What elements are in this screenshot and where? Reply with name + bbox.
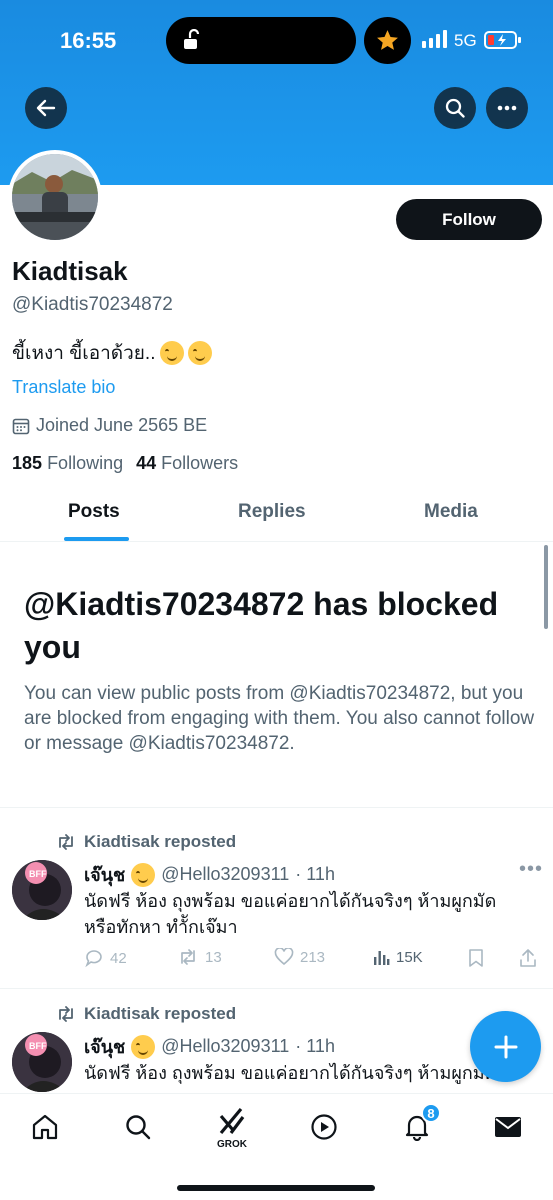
views-icon bbox=[374, 951, 390, 965]
repost-icon bbox=[59, 834, 73, 850]
notifications-badge: 8 bbox=[421, 1103, 441, 1123]
post-author-name[interactable]: เจ๊นุช bbox=[84, 860, 125, 889]
battery-icon bbox=[484, 31, 521, 49]
tab-posts[interactable]: Posts bbox=[68, 501, 120, 523]
post-time: · 11h bbox=[295, 864, 335, 884]
yum-emoji-icon bbox=[159, 341, 184, 365]
network-type: 5G bbox=[454, 31, 477, 50]
post-avatar[interactable]: BFF bbox=[12, 860, 72, 920]
bookmark-button[interactable] bbox=[468, 948, 484, 968]
followers-link[interactable]: 44 Followers bbox=[136, 453, 238, 474]
repost-icon bbox=[59, 1006, 73, 1022]
svg-text:BFF: BFF bbox=[29, 1041, 47, 1051]
post-header: เจ๊นุช @Hello3209311 · 11h bbox=[84, 860, 335, 889]
repost-button[interactable]: 13 bbox=[177, 948, 222, 966]
nav-home[interactable] bbox=[28, 1110, 62, 1144]
tab-media[interactable]: Media bbox=[424, 501, 478, 523]
nav-grok[interactable] bbox=[215, 1104, 249, 1138]
more-options-button[interactable] bbox=[486, 87, 528, 129]
profile-tabs: Posts Replies Media bbox=[0, 490, 553, 542]
search-icon bbox=[126, 1115, 151, 1140]
status-bar: 16:55 5G bbox=[0, 0, 553, 80]
avatar-photo bbox=[12, 154, 98, 240]
bio-text: ขี้เหงา ขี้เอาด้วย.. bbox=[12, 343, 156, 364]
home-indicator bbox=[177, 1185, 375, 1191]
post-author-name[interactable]: เจ๊นุช bbox=[84, 1032, 125, 1061]
unlock-icon bbox=[184, 29, 200, 49]
nav-video[interactable] bbox=[307, 1110, 341, 1144]
divider bbox=[0, 807, 553, 808]
post-author-handle[interactable]: @Hello3209311 bbox=[161, 864, 289, 885]
share-icon bbox=[520, 949, 536, 967]
post-avatar[interactable]: BFF bbox=[12, 1032, 72, 1092]
post-actions: 42 13 213 15K bbox=[84, 948, 544, 972]
like-button[interactable]: 213 bbox=[274, 948, 325, 966]
blocked-message: You can view public posts from @Kiadtis7… bbox=[24, 683, 535, 754]
nav-messages[interactable] bbox=[491, 1110, 525, 1144]
following-link[interactable]: 185 Following bbox=[12, 453, 123, 474]
compose-button[interactable] bbox=[470, 1011, 541, 1082]
repost-icon bbox=[181, 949, 195, 965]
repost-indicator: Kiadtisak reposted bbox=[56, 1004, 236, 1024]
profile-handle: @Kiadtis70234872 bbox=[12, 294, 173, 315]
avatar-photo: BFF bbox=[12, 860, 72, 920]
star-icon bbox=[377, 30, 398, 50]
scrollbar[interactable] bbox=[544, 545, 548, 629]
home-icon bbox=[32, 1114, 58, 1140]
plus-icon bbox=[494, 1035, 517, 1058]
reply-button[interactable]: 42 bbox=[84, 948, 127, 968]
star-indicator bbox=[364, 17, 411, 64]
nav-search[interactable] bbox=[121, 1110, 155, 1144]
envelope-icon bbox=[495, 1117, 521, 1137]
search-icon bbox=[445, 98, 465, 118]
arrow-left-icon bbox=[36, 99, 56, 117]
post-author-handle[interactable]: @Hello3209311 bbox=[161, 1036, 289, 1057]
yum-emoji-icon bbox=[131, 1034, 156, 1059]
post-time: · 11h bbox=[295, 1036, 335, 1056]
back-button[interactable] bbox=[25, 87, 67, 129]
post-header: เจ๊นุช @Hello3209311 · 11h bbox=[84, 1032, 335, 1061]
active-tab-indicator bbox=[64, 537, 129, 541]
divider bbox=[0, 988, 553, 989]
profile-bio: ขี้เหงา ขี้เอาด้วย.. bbox=[12, 338, 212, 368]
blocked-title: @Kiadtis70234872 has blocked you bbox=[24, 586, 499, 665]
svg-text:BFF: BFF bbox=[29, 869, 47, 879]
follow-counts: 185 Following 44 Followers bbox=[12, 453, 238, 474]
heart-icon bbox=[274, 948, 294, 966]
yum-emoji-icon bbox=[131, 862, 156, 887]
dynamic-island bbox=[166, 17, 356, 64]
tab-replies[interactable]: Replies bbox=[238, 501, 306, 523]
reply-icon bbox=[85, 950, 102, 968]
post-more-icon[interactable]: ••• bbox=[519, 858, 543, 881]
clock: 16:55 bbox=[60, 28, 117, 53]
grok-icon bbox=[219, 1107, 245, 1135]
profile-avatar[interactable] bbox=[8, 150, 102, 244]
bottom-nav: GROK 8 bbox=[0, 1093, 553, 1200]
post-text: นัดฟรี ห้อง ถุงพร้อม ขอแค่อยากได้กันจริง… bbox=[84, 891, 497, 937]
profile-name: Kiadtisak bbox=[12, 256, 128, 286]
views-button[interactable]: 15K bbox=[372, 948, 423, 966]
play-circle-icon bbox=[311, 1114, 337, 1140]
calendar-icon bbox=[12, 418, 30, 434]
grok-label: GROK bbox=[217, 1139, 247, 1150]
yum-emoji-icon bbox=[187, 341, 212, 365]
translate-bio-link[interactable]: Translate bio bbox=[12, 377, 115, 398]
signal-icon bbox=[422, 30, 447, 48]
joined-date: Joined June 2565 BE bbox=[12, 415, 207, 436]
bookmark-icon bbox=[469, 949, 483, 967]
search-button[interactable] bbox=[434, 87, 476, 129]
avatar-photo: BFF bbox=[12, 1032, 72, 1092]
share-button[interactable] bbox=[518, 948, 538, 968]
repost-indicator: Kiadtisak reposted bbox=[56, 832, 236, 852]
follow-button[interactable]: Follow bbox=[396, 199, 542, 240]
joined-text: Joined June 2565 BE bbox=[36, 415, 208, 435]
ellipsis-icon bbox=[497, 105, 517, 111]
